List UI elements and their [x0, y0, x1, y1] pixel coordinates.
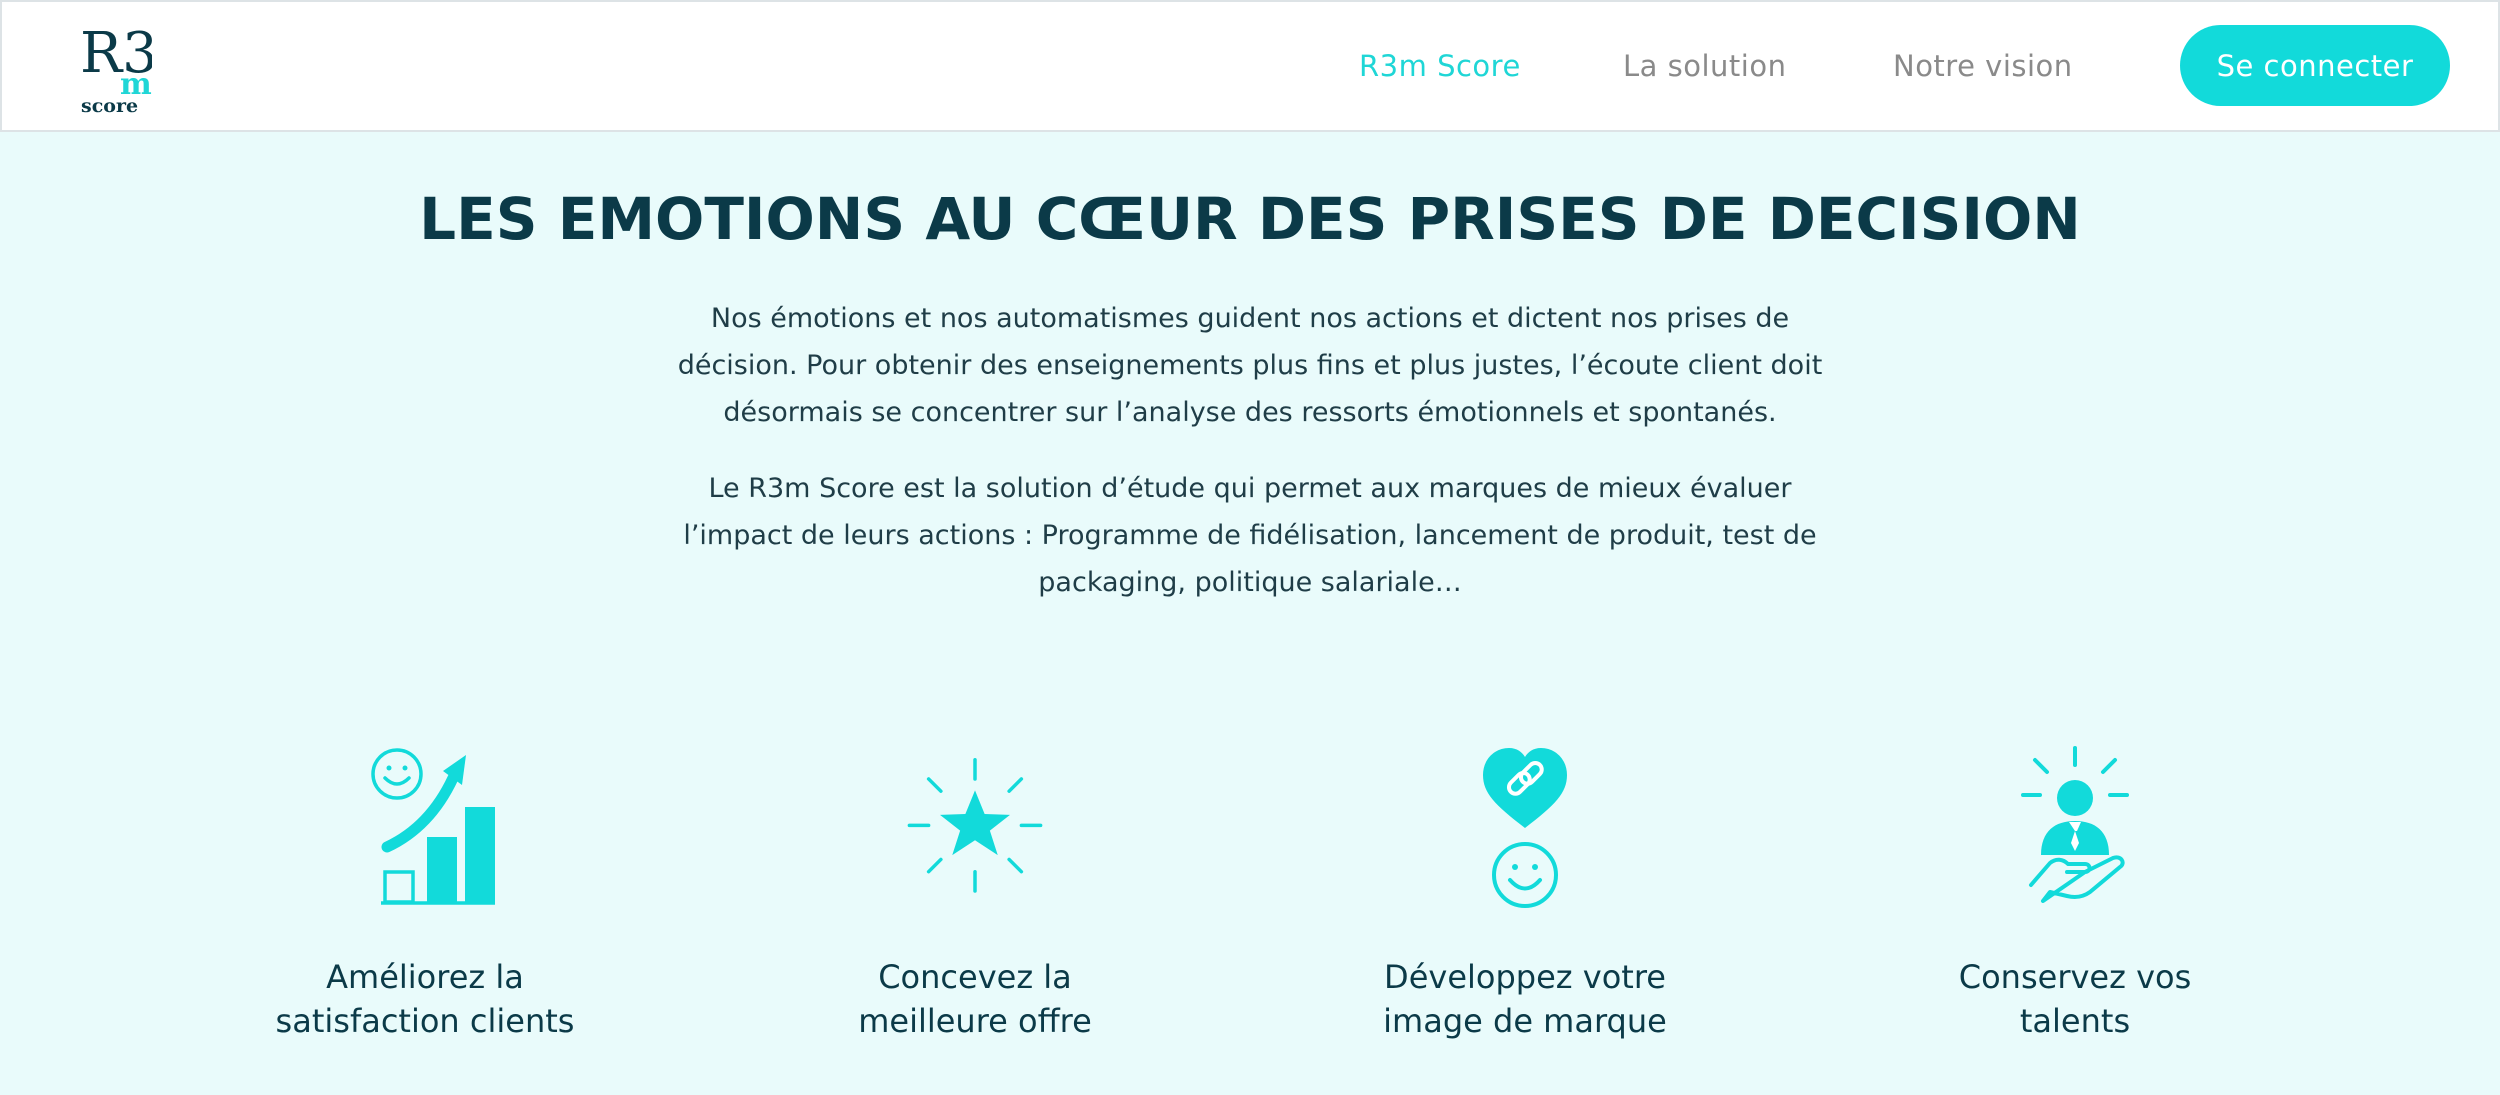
intro-paragraph-1: Nos émotions et nos automatismes guident… — [640, 295, 1860, 436]
login-button[interactable]: Se connecter — [2180, 25, 2450, 106]
feature-label-line: Améliorez la — [326, 958, 524, 996]
intro-paragraph-2: Le R3m Score est la solution d’étude qui… — [640, 465, 1860, 606]
r3m-logo[interactable]: R3 m score — [80, 20, 152, 114]
feature-label: Concevez la meilleure offre — [765, 955, 1185, 1043]
feature-talents: Conservez vos talents — [1865, 745, 2285, 1040]
feature-label-line: meilleure offre — [858, 1002, 1092, 1040]
feature-brand-image: Développez votre image de marque — [1315, 745, 1735, 1040]
feature-label-line: Concevez la — [878, 958, 1072, 996]
heart-link-icon — [1483, 748, 1567, 908]
feature-label-line: image de marque — [1383, 1002, 1667, 1040]
growth-chart-icon — [371, 748, 495, 905]
paragraph-line: l’impact de leurs actions : Programme de… — [683, 520, 1817, 551]
paragraph-line: Nos émotions et nos automatismes guident… — [710, 303, 1790, 334]
feature-offer: Concevez la meilleure offre — [765, 745, 1185, 1040]
feature-label: Améliorez la satisfaction clients — [215, 955, 635, 1043]
logo-text-score: score — [81, 95, 138, 114]
person-hand-icon — [2021, 746, 2129, 903]
nav-notre-vision[interactable]: Notre vision — [1893, 46, 2073, 86]
feature-label-line: satisfaction clients — [275, 1002, 575, 1040]
nav-r3m-score[interactable]: R3m Score — [1359, 46, 1521, 86]
feature-label: Conservez vos talents — [1865, 955, 2285, 1043]
feature-label-line: Développez votre — [1384, 958, 1666, 996]
top-navbar: R3 m score R3m Score La solution Notre v… — [0, 0, 2500, 132]
paragraph-line: packaging, politique salariale… — [1038, 567, 1462, 598]
feature-label-line: talents — [2019, 1002, 2131, 1040]
feature-label: Développez votre image de marque — [1315, 955, 1735, 1043]
paragraph-line: décision. Pour obtenir des enseignements… — [677, 350, 1823, 381]
paragraph-line: désormais se concentrer sur l’analyse de… — [723, 397, 1777, 428]
nav-la-solution[interactable]: La solution — [1623, 46, 1787, 86]
star-burst-icon — [907, 757, 1043, 893]
paragraph-line: Le R3m Score est la solution d’étude qui… — [708, 473, 1792, 504]
feature-label-line: Conservez vos — [1958, 958, 2192, 996]
login-button-label: Se connecter — [2216, 48, 2414, 83]
page-title: LES EMOTIONS AU CŒUR DES PRISES DE DECIS… — [419, 185, 2081, 253]
feature-satisfaction: Améliorez la satisfaction clients — [215, 745, 635, 1040]
